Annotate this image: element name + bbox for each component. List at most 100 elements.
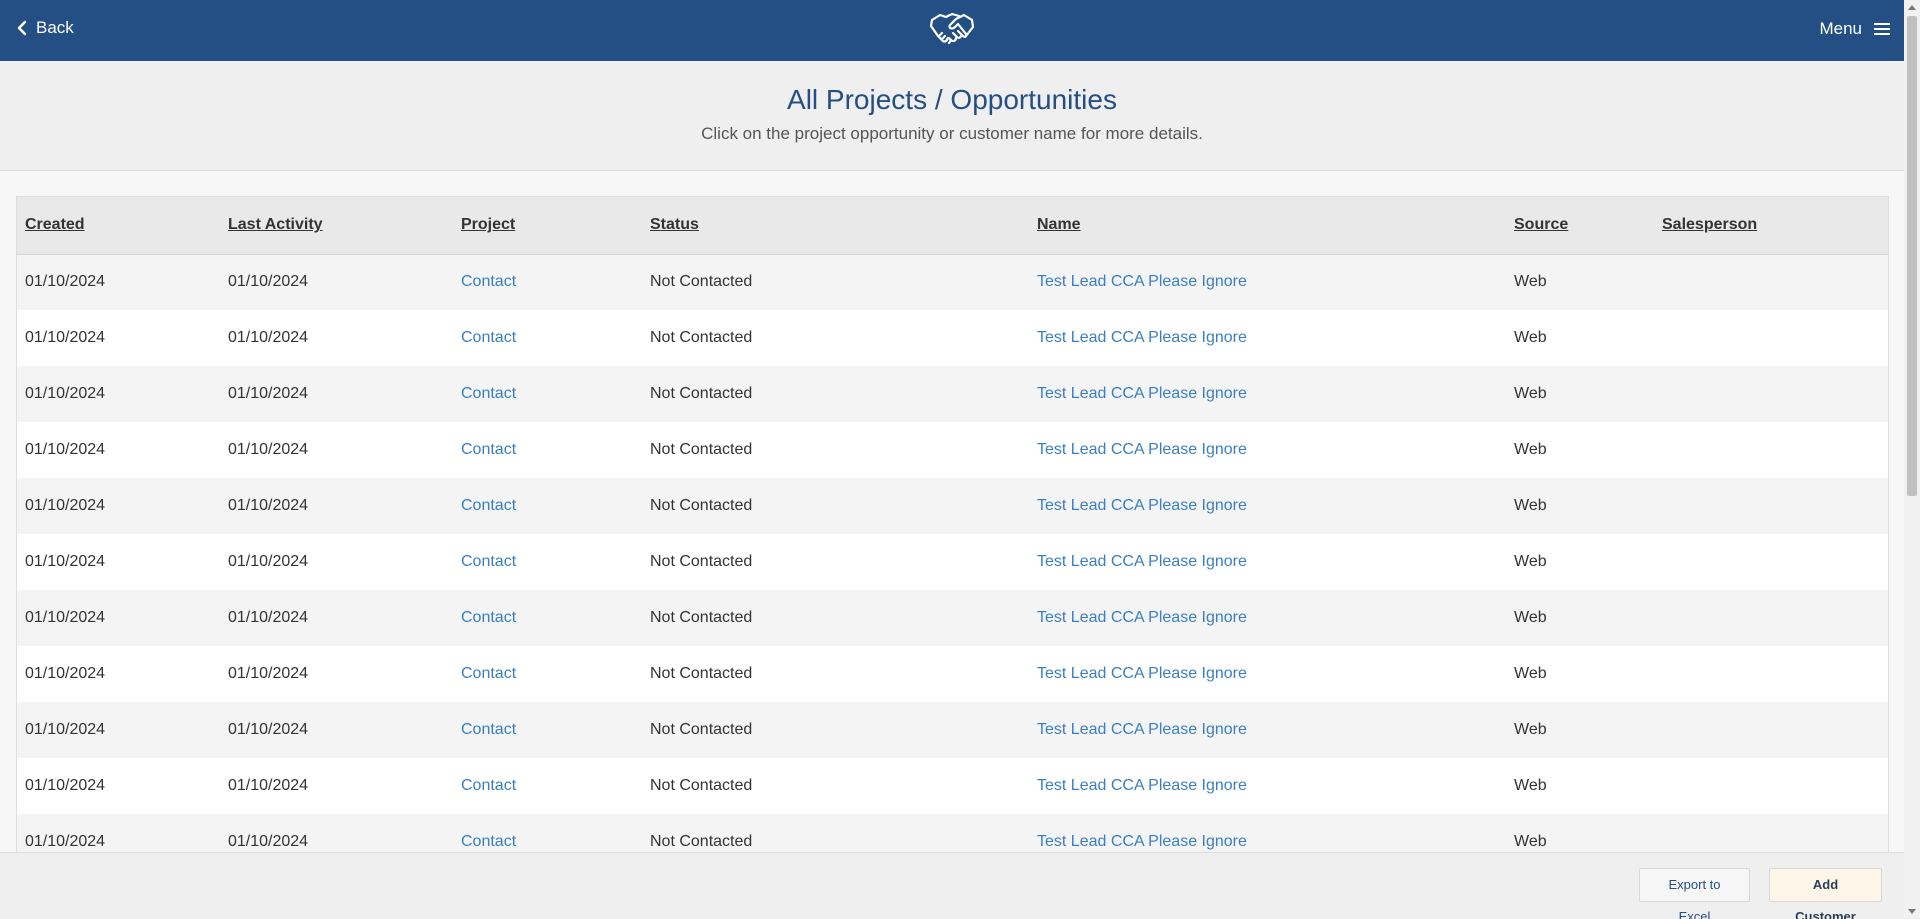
cell-last-activity: 01/10/2024 xyxy=(228,329,309,346)
cell-salesperson xyxy=(1654,814,1888,853)
customer-name-link[interactable]: Test Lead CCA Please Ignore xyxy=(1037,497,1247,514)
cell-source: Web xyxy=(1514,385,1547,402)
project-link[interactable]: Contact xyxy=(461,721,516,738)
project-link[interactable]: Contact xyxy=(461,833,516,850)
cell-status: Not Contacted xyxy=(650,833,753,850)
cell-status: Not Contacted xyxy=(650,665,753,682)
project-link[interactable]: Contact xyxy=(461,329,516,346)
table-body: 01/10/2024 01/10/2024 Contact Not Contacted… xyxy=(17,254,1888,853)
project-cell: Contact xyxy=(453,702,642,758)
project-link[interactable]: Contact xyxy=(461,609,516,626)
customer-name-cell: Test Lead CCA Please Ignore xyxy=(1029,702,1506,758)
cell-created: 01/10/2024 xyxy=(25,553,106,570)
cell-created: 01/10/2024 xyxy=(25,273,106,291)
project-cell: Contact xyxy=(453,310,642,366)
table-row: 01/10/2024 01/10/2024 Contact Not Contacted… xyxy=(17,702,1888,758)
project-link[interactable]: Contact xyxy=(461,665,516,682)
cell-created: 01/10/2024 xyxy=(25,721,106,738)
cell-salesperson xyxy=(1654,310,1888,366)
project-cell: Contact xyxy=(453,590,642,646)
table-row: 01/10/2024 01/10/2024 Contact Not Contacted… xyxy=(17,422,1888,478)
cell-salesperson xyxy=(1654,254,1888,310)
table-header-row: Created Last Activity Project Status Nam… xyxy=(17,197,1888,254)
customer-name-link[interactable]: Test Lead CCA Please Ignore xyxy=(1037,441,1247,458)
handshake-icon[interactable] xyxy=(928,8,976,52)
column-header-last-activity[interactable]: Last Activity xyxy=(220,197,453,254)
back-button[interactable]: Back xyxy=(16,18,74,38)
project-cell: Contact xyxy=(453,366,642,422)
page-header: All Projects / Opportunities Click on th… xyxy=(0,61,1904,171)
table-row: 01/10/2024 01/10/2024 Contact Not Contacted… xyxy=(17,254,1888,310)
customer-name-link[interactable]: Test Lead CCA Please Ignore xyxy=(1037,553,1247,570)
column-header-salesperson[interactable]: Salesperson xyxy=(1654,197,1888,254)
project-link[interactable]: Contact xyxy=(461,497,516,514)
project-cell: Contact xyxy=(453,646,642,702)
customer-name-cell: Test Lead CCA Please Ignore xyxy=(1029,478,1506,534)
customer-name-link[interactable]: Test Lead CCA Please Ignore xyxy=(1037,329,1247,346)
cell-salesperson xyxy=(1654,758,1888,814)
project-cell: Contact xyxy=(453,478,642,534)
table-row: 01/10/2024 01/10/2024 Contact Not Contacted… xyxy=(17,478,1888,534)
project-link[interactable]: Contact xyxy=(461,385,516,402)
column-header-name[interactable]: Name xyxy=(1029,197,1506,254)
cell-salesperson xyxy=(1654,534,1888,590)
column-header-source[interactable]: Source xyxy=(1506,197,1654,254)
project-link[interactable]: Contact xyxy=(461,777,516,794)
table-row: 01/10/2024 01/10/2024 Contact Not Contacted… xyxy=(17,758,1888,814)
cell-source: Web xyxy=(1514,553,1547,570)
cell-source: Web xyxy=(1514,721,1547,738)
page-title: All Projects / Opportunities xyxy=(787,84,1117,115)
cell-created: 01/10/2024 xyxy=(25,833,106,850)
cell-salesperson xyxy=(1654,366,1888,422)
cell-created: 01/10/2024 xyxy=(25,665,106,682)
back-label: Back xyxy=(36,18,74,37)
project-link[interactable]: Contact xyxy=(461,441,516,458)
export-to-excel-button[interactable]: Export to Excel xyxy=(1639,868,1750,919)
scroll-up-arrow-icon[interactable] xyxy=(1908,5,1916,10)
customer-name-link[interactable]: Test Lead CCA Please Ignore xyxy=(1037,721,1247,738)
projects-table: Created Last Activity Project Status Nam… xyxy=(17,197,1888,853)
add-customer-button[interactable]: Add Customer xyxy=(1769,868,1882,919)
scrollbar-thumb[interactable] xyxy=(1907,16,1917,496)
cell-status: Not Contacted xyxy=(650,777,753,794)
table-row: 01/10/2024 01/10/2024 Contact Not Contacted… xyxy=(17,366,1888,422)
cell-last-activity: 01/10/2024 xyxy=(228,777,309,794)
cell-created: 01/10/2024 xyxy=(25,609,106,626)
cell-created: 01/10/2024 xyxy=(25,385,106,402)
cell-source: Web xyxy=(1514,273,1547,291)
scroll-down-arrow-icon[interactable] xyxy=(1908,909,1916,914)
customer-name-link[interactable]: Test Lead CCA Please Ignore xyxy=(1037,385,1247,402)
cell-salesperson xyxy=(1654,478,1888,534)
cell-last-activity: 01/10/2024 xyxy=(228,609,309,626)
customer-name-cell: Test Lead CCA Please Ignore xyxy=(1029,422,1506,478)
cell-salesperson xyxy=(1654,422,1888,478)
project-cell: Contact xyxy=(453,254,642,310)
project-link[interactable]: Contact xyxy=(461,273,516,290)
cell-last-activity: 01/10/2024 xyxy=(228,553,309,570)
customer-name-cell: Test Lead CCA Please Ignore xyxy=(1029,646,1506,702)
menu-label: Menu xyxy=(1819,19,1862,38)
cell-status: Not Contacted xyxy=(650,385,753,402)
customer-name-link[interactable]: Test Lead CCA Please Ignore xyxy=(1037,609,1247,626)
column-header-created[interactable]: Created xyxy=(17,197,220,254)
cell-source: Web xyxy=(1514,609,1547,626)
page-scrollbar[interactable] xyxy=(1904,0,1920,919)
cell-status: Not Contacted xyxy=(650,609,753,626)
menu-button[interactable]: Menu xyxy=(1819,19,1890,39)
customer-name-link[interactable]: Test Lead CCA Please Ignore xyxy=(1037,777,1247,794)
table-row: 01/10/2024 01/10/2024 Contact Not Contacted… xyxy=(17,534,1888,590)
customer-name-link[interactable]: Test Lead CCA Please Ignore xyxy=(1037,273,1247,290)
column-header-status[interactable]: Status xyxy=(642,197,1029,254)
customer-name-cell: Test Lead CCA Please Ignore xyxy=(1029,366,1506,422)
customer-name-link[interactable]: Test Lead CCA Please Ignore xyxy=(1037,833,1247,850)
column-header-project[interactable]: Project xyxy=(453,197,642,254)
page: Back Menu All Projects / Opportunities C… xyxy=(0,0,1920,919)
cell-created: 01/10/2024 xyxy=(25,329,106,346)
project-link[interactable]: Contact xyxy=(461,553,516,570)
customer-name-link[interactable]: Test Lead CCA Please Ignore xyxy=(1037,665,1247,682)
cell-created: 01/10/2024 xyxy=(25,441,106,458)
project-cell: Contact xyxy=(453,422,642,478)
cell-last-activity: 01/10/2024 xyxy=(228,665,309,682)
cell-last-activity: 01/10/2024 xyxy=(228,721,309,738)
customer-name-cell: Test Lead CCA Please Ignore xyxy=(1029,310,1506,366)
